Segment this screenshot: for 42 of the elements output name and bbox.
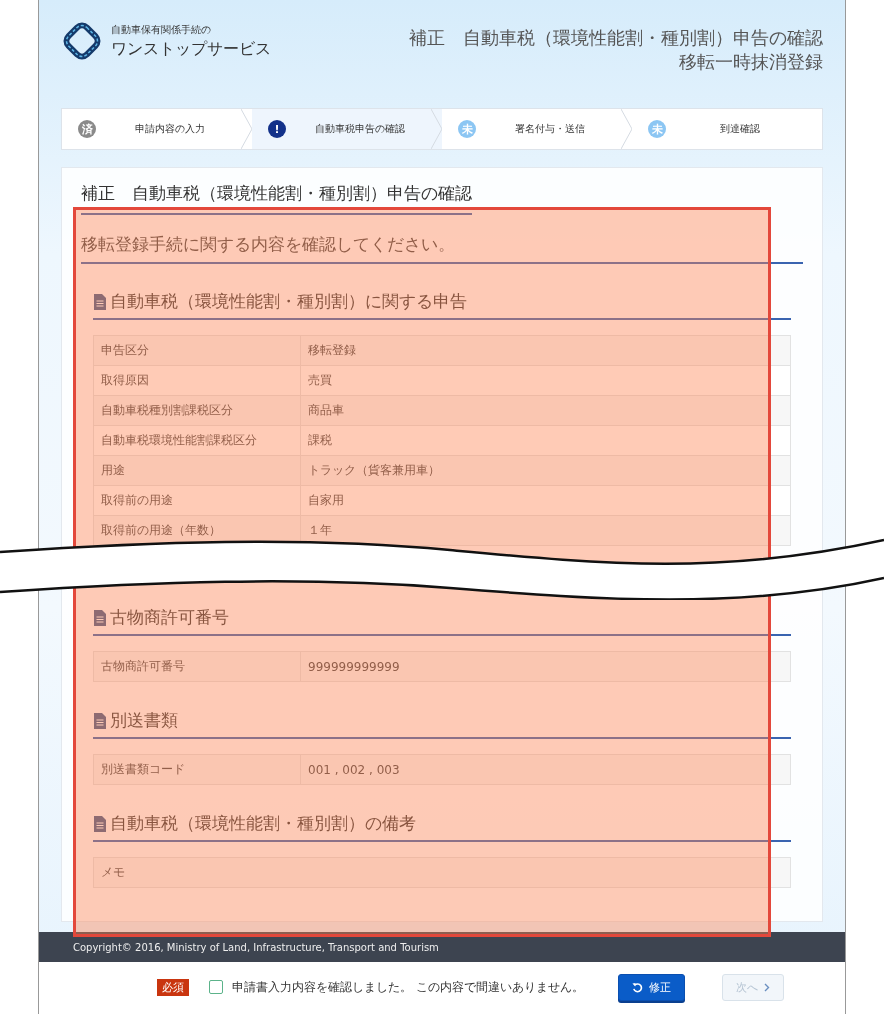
value-cell-text: 自家用 bbox=[307, 492, 345, 509]
chevron-right-icon bbox=[763, 982, 770, 992]
header-title: 補正 自動車税（環境性能割・種別割）申告の確認 bbox=[409, 26, 823, 50]
value-cell-text: 999999999999 bbox=[307, 658, 401, 676]
label-cell: 自動車税種別割課税区分 bbox=[94, 396, 301, 425]
value-cell-text: 移転登録 bbox=[307, 342, 357, 359]
required-badge: 必須 bbox=[157, 978, 189, 996]
section-title: 自動車税（環境性能割・種別割）に関する申告 bbox=[110, 290, 467, 313]
label-cell: 自動車税環境性能割課税区分 bbox=[94, 426, 301, 455]
value-cell-text: 001 , 002 , 003 bbox=[307, 761, 401, 779]
document-icon bbox=[93, 293, 107, 310]
label-cell: 申告区分 bbox=[94, 336, 301, 365]
document-icon bbox=[93, 712, 107, 729]
label-cell: 古物商許可番号 bbox=[94, 652, 301, 681]
label-cell: 用途 bbox=[94, 456, 301, 485]
page-title: 補正 自動車税（環境性能割・種別割）申告の確認 bbox=[81, 182, 472, 215]
progress-step: ! 自動車税申告の確認 bbox=[252, 109, 442, 149]
value-cell-text: 商品車 bbox=[307, 402, 345, 419]
section-title: 自動車税（環境性能割・種別割）の備考 bbox=[110, 812, 416, 835]
confirm-checkbox[interactable] bbox=[209, 980, 223, 994]
document-icon bbox=[93, 609, 107, 626]
value-cell-text: トラック（貨客兼用車） bbox=[307, 462, 441, 479]
section-title: 別送書類 bbox=[110, 709, 178, 732]
progress-step: 未 署名付与・送信 bbox=[442, 109, 632, 149]
logo-caption: 自動車保有関係手続の bbox=[111, 22, 212, 37]
value-cell-text: 売買 bbox=[307, 372, 333, 389]
label-cell: 取得原因 bbox=[94, 366, 301, 395]
copyright-text: Copyright© 2016, Ministry of Land, Infrastructure, Transport and Tourism bbox=[73, 941, 439, 953]
label-cell-text: メモ bbox=[100, 864, 126, 881]
instruction-text: 移転登録手続に関する内容を確認してください。 bbox=[81, 233, 803, 264]
label-cell: 別送書類コード bbox=[94, 755, 301, 784]
logo-name: ワンストップサービス bbox=[111, 38, 271, 60]
header-title: 移転一時抹消登録 bbox=[679, 50, 823, 74]
undo-icon bbox=[631, 981, 643, 993]
section-title: 古物商許可番号 bbox=[110, 606, 229, 629]
value-cell-text: １年 bbox=[307, 522, 333, 539]
value-cell-text: 課税 bbox=[307, 432, 333, 449]
confirm-label: 申請書入力内容を確認しました。 この内容で間違いありません。 bbox=[232, 978, 584, 996]
edit-button[interactable]: 修正 bbox=[617, 973, 685, 1001]
logo-icon bbox=[61, 20, 103, 62]
label-cell: 取得前の用途 bbox=[94, 486, 301, 515]
document-icon bbox=[93, 815, 107, 832]
